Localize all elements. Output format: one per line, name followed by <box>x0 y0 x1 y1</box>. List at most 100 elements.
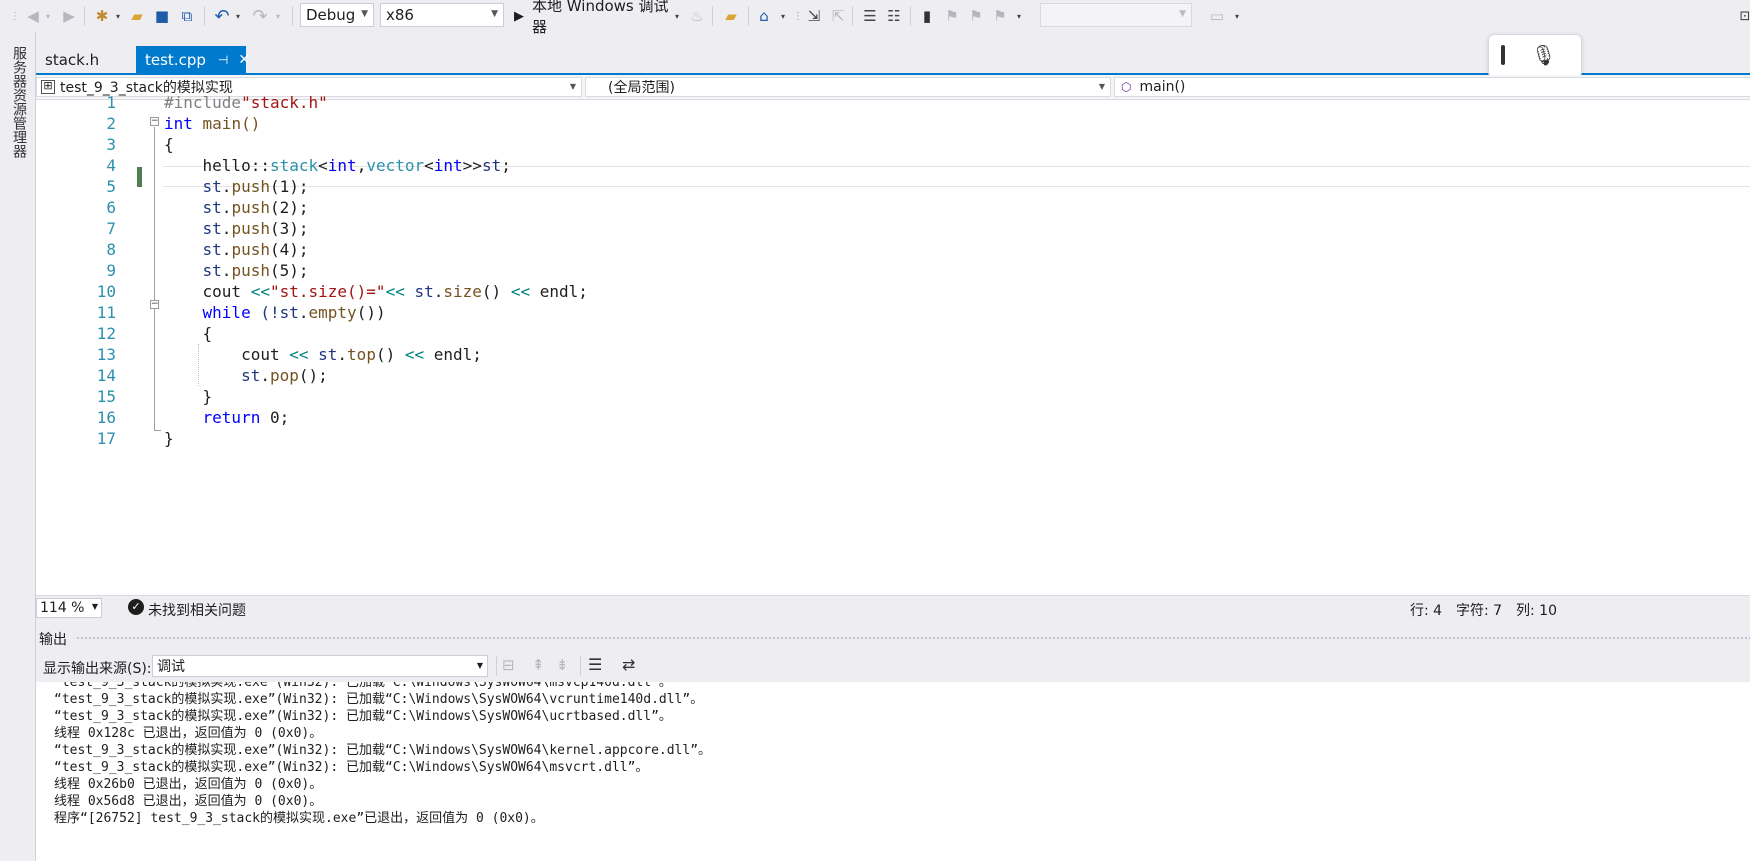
code-line-2: int main() <box>164 114 261 133</box>
chevron-down-icon: ▼ <box>491 9 498 19</box>
code-line-9: st.push(5); <box>164 261 309 280</box>
code-line-10: cout <<"st.size()="<< st.size() << endl; <box>164 282 588 301</box>
line-number: 4 <box>106 156 116 175</box>
output-line: “test_9_3_stack的模拟实现.exe”(Win32): 已加载“C:… <box>54 709 672 724</box>
microphone-icon[interactable]: 🎙 <box>1531 43 1556 67</box>
new-item-icon[interactable]: ✱ <box>92 5 112 27</box>
step-over-icon[interactable]: ⇱ <box>828 5 848 27</box>
tab-label: stack.h <box>45 50 100 69</box>
output-source-value: 调试 <box>157 659 185 675</box>
member-select[interactable]: ⬡ main() <box>1114 77 1750 97</box>
word-wrap-icon[interactable]: ⇄ <box>622 655 635 674</box>
output-line: “test_9_3_stack的模拟实现.exe”(Win32): 已加载“C:… <box>54 743 712 758</box>
undo-dropdown-icon[interactable]: ▾ <box>234 5 242 27</box>
tab-label: test.cpp <box>145 50 206 69</box>
output-line: 线程 0x128c 已退出，返回值为 0 (0x0)。 <box>54 726 323 741</box>
close-icon[interactable]: ✕ <box>238 52 250 68</box>
chevron-down-icon: ▼ <box>569 82 576 91</box>
code-line-12: { <box>164 324 213 343</box>
redo-dropdown-icon[interactable]: ▾ <box>274 5 282 27</box>
zoom-select[interactable]: 114 % ▼ <box>36 598 102 618</box>
chevron-down-icon: ▼ <box>1098 82 1105 91</box>
chevron-down-icon: ▼ <box>91 602 98 611</box>
line-number: 15 <box>96 387 116 406</box>
comment-icon[interactable]: ☷ <box>884 5 904 27</box>
solution-dropdown-icon[interactable]: ▾ <box>778 5 788 27</box>
bookmark-dropdown-icon[interactable]: ▾ <box>1014 5 1024 27</box>
clear-all-icon[interactable]: ☰ <box>588 655 602 674</box>
step-into-icon[interactable]: ⇲ <box>804 5 824 27</box>
pin-icon[interactable]: ⊣ <box>218 53 228 67</box>
new-item-dropdown-icon[interactable]: ▾ <box>114 5 122 27</box>
tool-dropdown-icon[interactable]: ▾ <box>1232 5 1242 27</box>
platform-select[interactable]: x86 ▼ <box>380 3 504 27</box>
save-icon[interactable]: ■ <box>152 5 172 27</box>
find-in-files-icon[interactable]: ▰ <box>720 5 742 27</box>
line-number: 14 <box>96 366 116 385</box>
fold-guide <box>154 127 155 431</box>
clear-bookmarks-icon[interactable]: ⚑ <box>990 5 1010 27</box>
forward-icon[interactable]: ▶ <box>60 5 78 27</box>
next-message-icon[interactable]: ⇟ <box>556 656 569 674</box>
collapse-icon[interactable]: − <box>150 300 159 309</box>
line-number: 10 <box>96 282 116 301</box>
debugger-dropdown-icon[interactable]: ▾ <box>672 5 682 27</box>
prev-bookmark-icon[interactable]: ⚑ <box>942 5 962 27</box>
outdent-icon[interactable]: ☰ <box>860 5 880 27</box>
output-line: 线程 0x56d8 已退出，返回值为 0 (0x0)。 <box>54 794 323 809</box>
line-number: 8 <box>106 240 116 259</box>
panel-grip[interactable] <box>76 636 1750 640</box>
server-explorer-tab[interactable]: 服务器资源管理器 <box>9 46 29 158</box>
hot-reload-icon[interactable]: ♨ <box>688 5 706 27</box>
output-source-select[interactable]: 调试 ▼ <box>152 655 488 677</box>
open-folder-icon[interactable]: ▰ <box>126 5 148 27</box>
line-number: 7 <box>106 219 116 238</box>
notification-icon[interactable]: ⊡ <box>1740 5 1750 27</box>
save-all-icon[interactable]: ⧉ <box>176 5 198 27</box>
play-icon[interactable]: ▶ <box>512 5 526 27</box>
fold-end <box>155 430 161 431</box>
code-line-1: #include"stack.h" <box>164 93 328 112</box>
code-editor[interactable]: 1 2 3 4 5 6 7 8 9 10 11 12 13 14 15 16 1… <box>36 93 1750 595</box>
line-number: 11 <box>96 303 116 322</box>
prev-message-icon[interactable]: ⇞ <box>532 656 545 674</box>
output-line: 程序“[26752] test_9_3_stack的模拟实现.exe”已退出，返… <box>54 811 544 826</box>
bookmark-icon[interactable]: ▮ <box>918 5 936 27</box>
config-select[interactable]: Debug ▼ <box>300 3 374 27</box>
line-number: 12 <box>96 324 116 343</box>
grip-icon-2: ⋮ <box>793 10 803 22</box>
back-icon[interactable]: ◀ <box>24 5 42 27</box>
editor-status-bar: 114 % ▼ ✓ 未找到相关问题 行: 4 字符: 7 列: 10 <box>36 595 1750 620</box>
line-number: 9 <box>106 261 116 280</box>
col-indicator: 列: 10 <box>1516 603 1557 619</box>
next-bookmark-icon[interactable]: ⚑ <box>966 5 986 27</box>
scope-select[interactable]: (全局范围) ▼ <box>585 77 1111 97</box>
find-message-icon[interactable]: ⊟ <box>502 656 515 674</box>
line-number: 17 <box>96 429 116 448</box>
line-number: 16 <box>96 408 116 427</box>
voice-input-widget: 🎙 <box>1488 34 1582 78</box>
line-number: 1 <box>106 93 116 112</box>
tab-test-cpp[interactable]: test.cpp ⊣ ✕ <box>136 46 250 73</box>
output-line: “test_9_3_stack的模拟实现.exe”(Win32): 已加载“C:… <box>54 692 704 707</box>
back-dropdown-icon[interactable]: ▾ <box>44 5 52 27</box>
line-indicator: 行: 4 <box>1410 603 1443 619</box>
change-tracking-bar <box>137 167 142 187</box>
solution-explorer-icon[interactable]: ⌂ <box>754 5 774 27</box>
issues-status[interactable]: 未找到相关问题 <box>148 600 246 620</box>
output-text-area[interactable]: “test_9_3_stack的模拟实现.exe”(Win32): 已加载“C:… <box>36 682 1750 861</box>
line-number: 13 <box>96 345 116 364</box>
tool-icon[interactable]: ▭ <box>1206 5 1228 27</box>
main-toolbar: ⋮ ◀ ▾ ▶ ✱ ▾ ▰ ■ ⧉ ↶ ▾ ↷ ▾ Debug ▼ x86 ▼ … <box>0 0 1750 36</box>
code-line-13: cout << st.top() << endl; <box>164 345 482 364</box>
redo-icon[interactable]: ↷ <box>250 5 270 27</box>
code-line-11: while (!st.empty()) <box>164 303 386 322</box>
char-indicator: 字符: 7 <box>1456 603 1503 619</box>
output-panel-header: 输出 <box>36 625 1750 650</box>
start-debugger-button[interactable]: 本地 Windows 调试器 <box>532 0 682 36</box>
tab-stack-h[interactable]: stack.h <box>36 46 136 73</box>
search-combo[interactable]: ▼ <box>1040 3 1192 27</box>
line-number: 5 <box>106 177 116 196</box>
undo-icon[interactable]: ↶ <box>212 5 232 27</box>
member-value: main() <box>1139 79 1186 95</box>
